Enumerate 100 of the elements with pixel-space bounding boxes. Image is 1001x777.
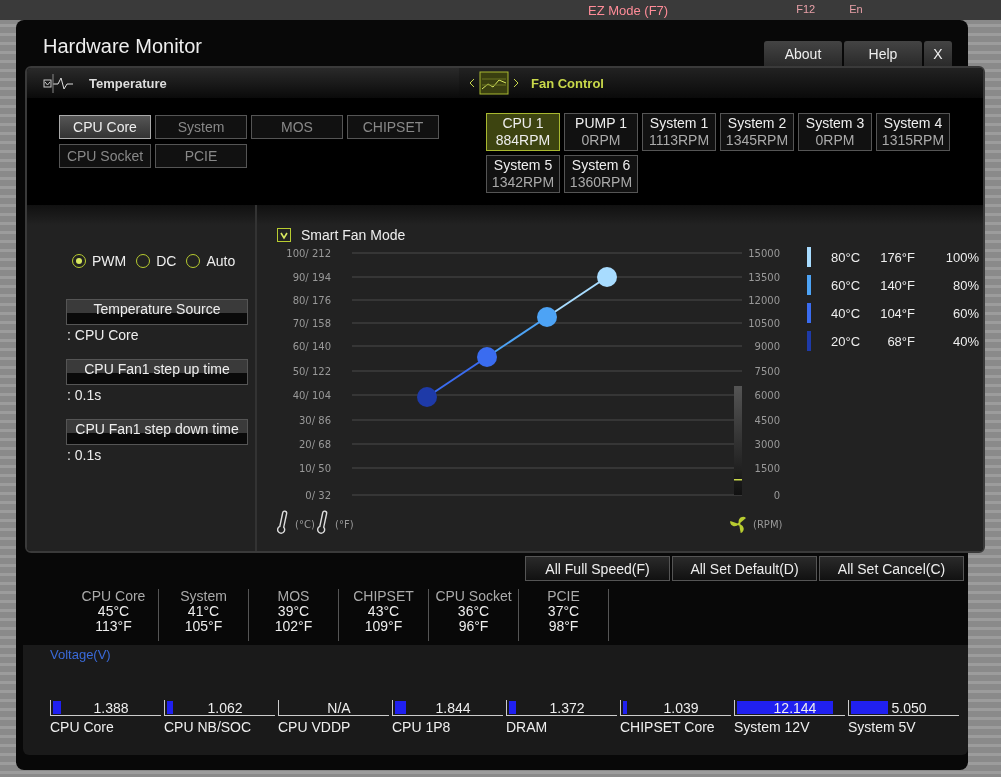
- voltage-value: 1.372: [549, 699, 585, 716]
- legend-fahrenheit: 176°F: [879, 249, 915, 265]
- unit-label: (°F): [335, 519, 354, 530]
- axis-label: 40/ 104: [292, 390, 331, 401]
- checkbox-label: Smart Fan Mode: [301, 227, 406, 243]
- close-button[interactable]: X: [924, 41, 952, 66]
- axis-label: 4500: [754, 415, 780, 426]
- fan-button[interactable]: CPU 1 884RPM: [486, 113, 560, 151]
- reading-name: PCIE: [547, 589, 580, 604]
- sensor-button[interactable]: CPU Core: [59, 115, 151, 139]
- axis-label: 0/ 32: [305, 490, 331, 501]
- reading-name: MOS: [277, 589, 310, 604]
- reading-name: CHIPSET: [353, 589, 414, 604]
- setting-button[interactable]: Temperature Source: [66, 299, 248, 325]
- axis-label: 10500: [748, 318, 780, 329]
- voltage-name: CPU Core: [50, 719, 115, 735]
- reading-fahrenheit: 96°F: [458, 619, 489, 634]
- fan-button[interactable]: System 6 1360RPM: [564, 155, 638, 193]
- sensor-button[interactable]: PCIE: [155, 144, 247, 168]
- radio-label: DC: [156, 253, 177, 269]
- voltage-name: System 5V: [848, 719, 917, 735]
- legend-percent: 40%: [951, 333, 979, 349]
- header-tab[interactable]: Help: [844, 41, 922, 66]
- voltage-value: 12.144: [773, 699, 817, 716]
- reading-fahrenheit: 98°F: [548, 619, 579, 634]
- unit-label: (°C): [295, 519, 315, 530]
- chart-icon: [43, 72, 75, 94]
- mode-label[interactable]: EZ Mode (F7): [588, 3, 669, 18]
- fan-button[interactable]: System 1 1113RPM: [642, 113, 716, 151]
- axis-label: 70/ 158: [292, 318, 331, 329]
- fan-button[interactable]: System 3 0RPM: [798, 113, 872, 151]
- voltage-name: System 12V: [734, 719, 811, 735]
- reading-celsius: 45°C: [97, 604, 130, 619]
- axis-label: 15000: [748, 249, 780, 259]
- hotkey-label[interactable]: F12: [796, 3, 816, 15]
- legend-celsius: 60°C: [831, 277, 862, 293]
- curve-point[interactable]: [537, 307, 557, 327]
- sensor-button[interactable]: CHIPSET: [347, 115, 439, 139]
- voltage-name: CHIPSET Core: [620, 719, 716, 735]
- voltage-value: 5.050: [891, 699, 927, 716]
- legend-percent: 100%: [944, 249, 979, 265]
- voltage-name: CPU 1P8: [392, 719, 452, 735]
- axis-label: 7500: [754, 366, 780, 377]
- voltage-value: 1.388: [93, 699, 129, 716]
- sensor-button[interactable]: MOS: [251, 115, 343, 139]
- sensor-button[interactable]: CPU Socket: [59, 144, 151, 168]
- fan-button[interactable]: System 5 1342RPM: [486, 155, 560, 193]
- fan-button[interactable]: System 2 1345RPM: [720, 113, 794, 151]
- radio-label: Auto: [206, 253, 236, 269]
- fan-button[interactable]: PUMP 1 0RPM: [564, 113, 638, 151]
- legend-fahrenheit: 104°F: [879, 305, 915, 321]
- action-button[interactable]: All Full Speed(F): [525, 556, 670, 581]
- setting-value: : CPU Core: [67, 326, 140, 345]
- sensor-button[interactable]: System: [155, 115, 247, 139]
- window-title: Hardware Monitor: [43, 35, 202, 58]
- reading-fahrenheit: 109°F: [364, 619, 403, 634]
- fan-icon: [730, 516, 746, 534]
- legend-celsius: 80°C: [831, 249, 862, 265]
- action-button[interactable]: All Set Default(D): [672, 556, 817, 581]
- header-tab[interactable]: About: [764, 41, 842, 66]
- reading-name: CPU Socket: [435, 589, 512, 604]
- thermometer-icon: [316, 510, 328, 534]
- fan-curve-icon: [479, 71, 509, 95]
- reading-celsius: 36°C: [457, 604, 490, 619]
- legend-celsius: 20°C: [831, 333, 862, 349]
- reading-fahrenheit: 105°F: [184, 619, 223, 634]
- setting-button[interactable]: CPU Fan1 step down time: [66, 419, 248, 445]
- fan-button[interactable]: System 4 1315RPM: [876, 113, 950, 151]
- legend-percent: 80%: [951, 277, 979, 293]
- action-button[interactable]: All Set Cancel(C): [819, 556, 964, 581]
- section-title: Voltage(V): [50, 647, 112, 662]
- axis-label: 30/ 86: [299, 415, 331, 426]
- axis-label: 6000: [754, 390, 780, 401]
- legend-percent: 60%: [951, 305, 979, 321]
- voltage-value: N/A: [327, 699, 351, 716]
- reading-fahrenheit: 113°F: [95, 619, 132, 634]
- axis-label: 13500: [748, 272, 780, 283]
- axis-label: 100/ 212: [286, 249, 331, 259]
- setting-button[interactable]: CPU Fan1 step up time: [66, 359, 248, 385]
- reading-fahrenheit: 102°F: [274, 619, 313, 634]
- axis-label: 10/ 50: [299, 463, 331, 474]
- setting-value: : 0.1s: [67, 386, 103, 405]
- axis-label: 90/ 194: [292, 272, 331, 283]
- setting-value: : 0.1s: [67, 446, 103, 465]
- section-title: Temperature: [89, 75, 167, 91]
- language-label[interactable]: En: [849, 3, 863, 15]
- voltage-name: CPU VDDP: [278, 719, 352, 735]
- curve-point[interactable]: [597, 267, 617, 287]
- checkbox[interactable]: [277, 228, 291, 242]
- axis-label: 0: [773, 490, 780, 501]
- reading-celsius: 39°C: [277, 604, 310, 619]
- legend-fahrenheit: 68°F: [886, 333, 915, 349]
- axis-label: 50/ 122: [292, 366, 331, 377]
- legend-fahrenheit: 140°F: [879, 277, 915, 293]
- reading-name: CPU Core: [81, 589, 146, 604]
- radio-label: PWM: [92, 253, 127, 269]
- axis-label: 12000: [748, 295, 780, 306]
- reading-celsius: 41°C: [187, 604, 220, 619]
- reading-celsius: 37°C: [547, 604, 580, 619]
- voltage-name: CPU NB/SOC: [164, 719, 253, 735]
